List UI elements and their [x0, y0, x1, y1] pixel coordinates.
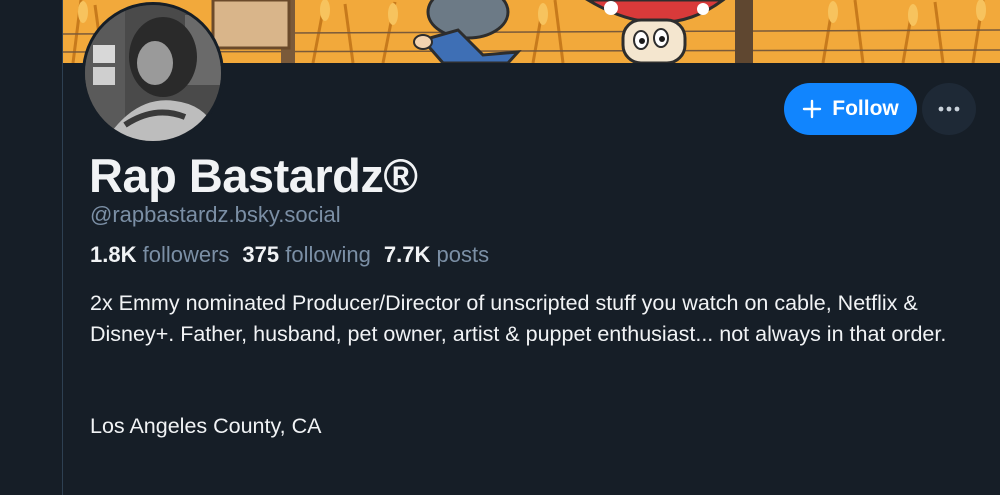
followers-label: followers: [142, 242, 230, 267]
bio-text: 2x Emmy nominated Producer/Director of u…: [90, 291, 947, 346]
followers-count: 1.8K: [90, 242, 137, 267]
more-options-button[interactable]: [922, 83, 976, 135]
left-divider: [62, 0, 63, 495]
ellipsis-icon: [938, 106, 960, 112]
profile-location: Los Angeles County, CA: [90, 414, 322, 438]
follow-button[interactable]: Follow: [784, 83, 917, 135]
avatar-photo: [85, 5, 221, 141]
followers-stat[interactable]: 1.8K followers: [90, 242, 229, 268]
user-handle[interactable]: @rapbastardz.bsky.social: [90, 202, 341, 228]
plus-icon: [803, 99, 822, 119]
left-rail: [0, 0, 63, 495]
profile-page: Follow Rap Bastardz® @rapbastardz.bsky.s…: [0, 0, 1000, 495]
following-label: following: [285, 242, 371, 267]
profile-stats: 1.8K followers 375 following 7.7K posts: [90, 242, 489, 268]
avatar[interactable]: [82, 2, 224, 144]
display-name: Rap Bastardz®: [89, 149, 418, 202]
following-stat[interactable]: 375 following: [242, 242, 370, 268]
posts-stat: 7.7K posts: [384, 242, 489, 268]
posts-count: 7.7K: [383, 242, 431, 267]
follow-button-label: Follow: [832, 97, 899, 120]
profile-bio: 2x Emmy nominated Producer/Director of u…: [90, 288, 970, 350]
posts-label: posts: [436, 242, 490, 267]
following-count: 375: [242, 242, 280, 267]
